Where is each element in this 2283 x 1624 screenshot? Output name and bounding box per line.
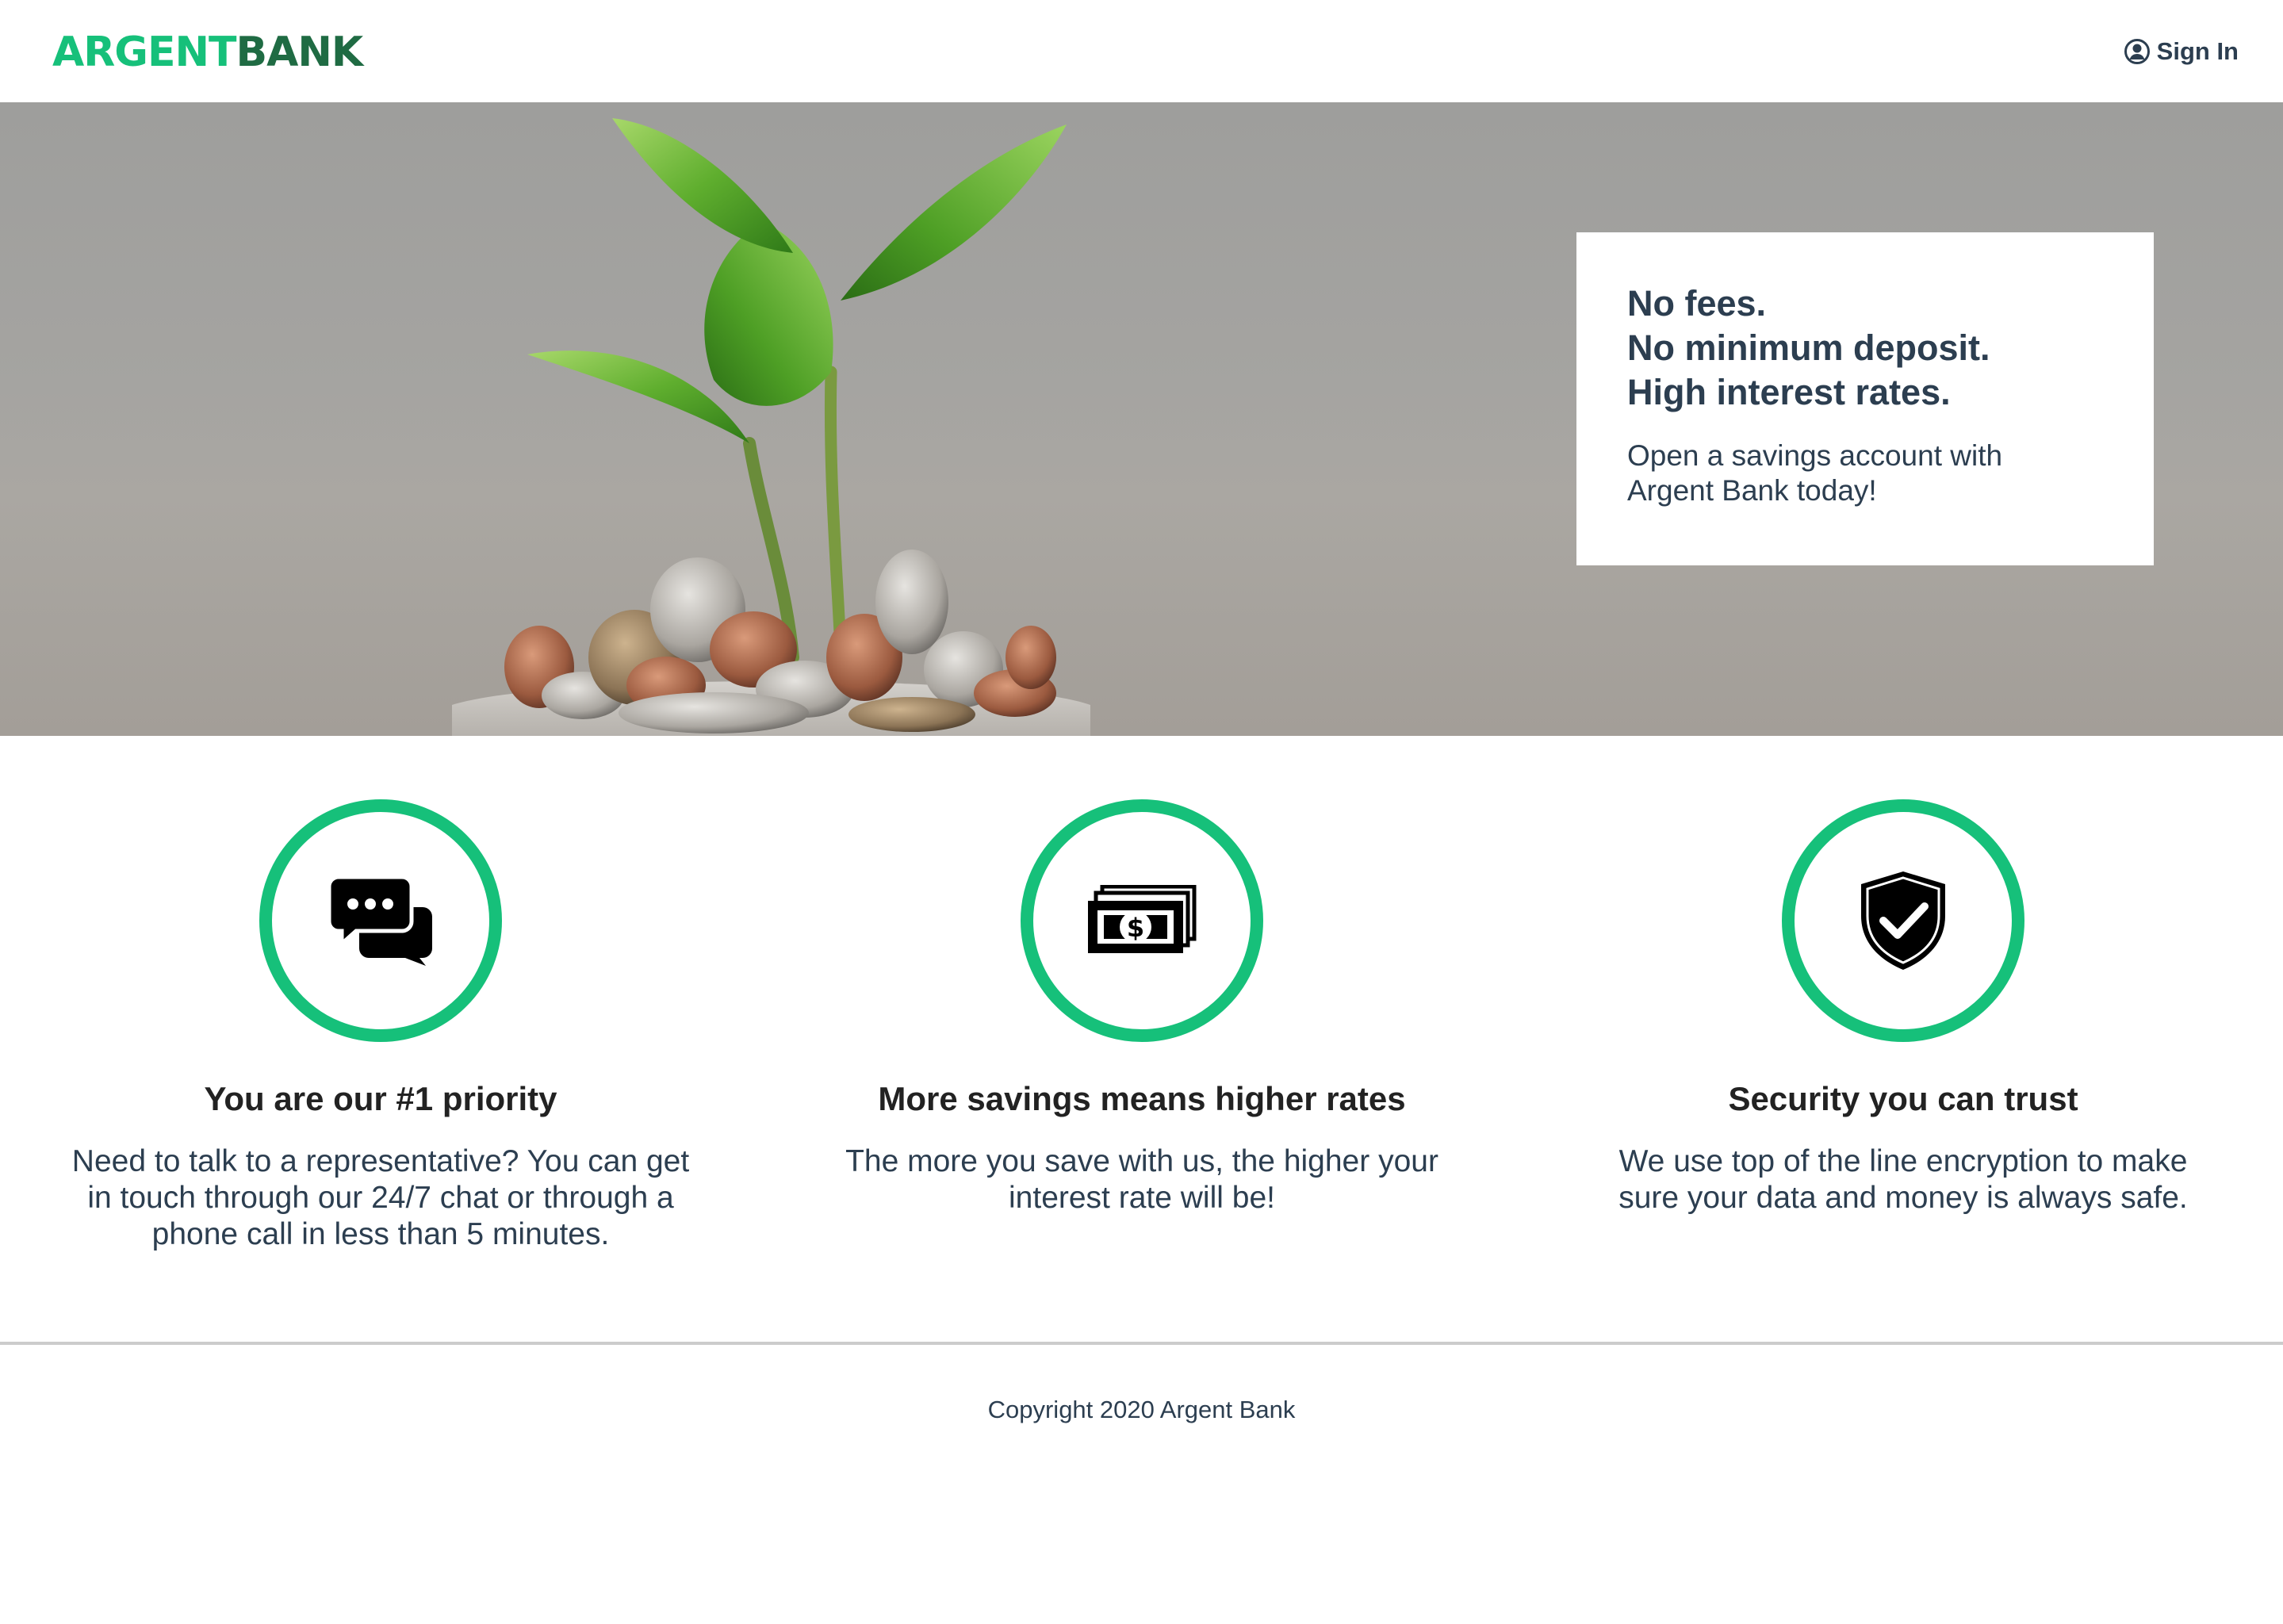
money-icon: $ <box>1088 885 1197 953</box>
feature-title: More savings means higher rates <box>878 1080 1406 1117</box>
feature-item-priority: You are our #1 priority Need to talk to … <box>32 799 730 1253</box>
argent-bank-logo[interactable]: ARGENTBANK <box>52 29 363 76</box>
hero-banner: No fees. No minimum deposit. High intere… <box>0 102 2283 736</box>
feature-description: We use top of the line encryption to mak… <box>1618 1144 2188 1215</box>
promo-card: No fees. No minimum deposit. High intere… <box>1576 232 2154 565</box>
user-circle-icon <box>2124 38 2151 65</box>
feature-icon-circle: $ <box>1021 799 1263 1042</box>
feature-title: You are our #1 priority <box>204 1080 557 1117</box>
feature-title: Security you can trust <box>1728 1080 2078 1117</box>
sign-in-label: Sign In <box>2156 37 2239 65</box>
features-section: You are our #1 priority Need to talk to … <box>0 736 2283 1342</box>
promo-line-no-fees: No fees. <box>1627 283 1767 324</box>
logo-text-bank: BANK <box>236 29 363 76</box>
chat-icon <box>329 875 432 966</box>
top-navigation: ARGENTBANK Sign In <box>0 0 2283 102</box>
feature-icon-circle <box>1782 799 2024 1042</box>
footer-divider <box>0 1342 2283 1345</box>
feature-item-security: Security you can trust We use top of the… <box>1554 799 2252 1216</box>
promo-subtitle: Open a savings account with Argent Bank … <box>1627 439 2003 507</box>
security-shield-icon <box>1861 871 1945 970</box>
sign-in-link[interactable]: Sign In <box>2124 32 2239 71</box>
footer-copyright: Copyright 2020 Argent Bank <box>987 1396 1296 1423</box>
feature-description: Need to talk to a representative? You ca… <box>71 1144 690 1251</box>
promo-line-no-minimum: No minimum deposit. <box>1627 327 1990 368</box>
logo-text-argent: ARGENT <box>52 29 236 76</box>
svg-text:$: $ <box>1127 913 1144 943</box>
feature-description: The more you save with us, the higher yo… <box>845 1144 1438 1215</box>
feature-item-savings: $ More savings means higher rates The mo… <box>793 799 1491 1216</box>
promo-line-interest: High interest rates. <box>1627 372 1951 412</box>
feature-icon-circle <box>259 799 502 1042</box>
